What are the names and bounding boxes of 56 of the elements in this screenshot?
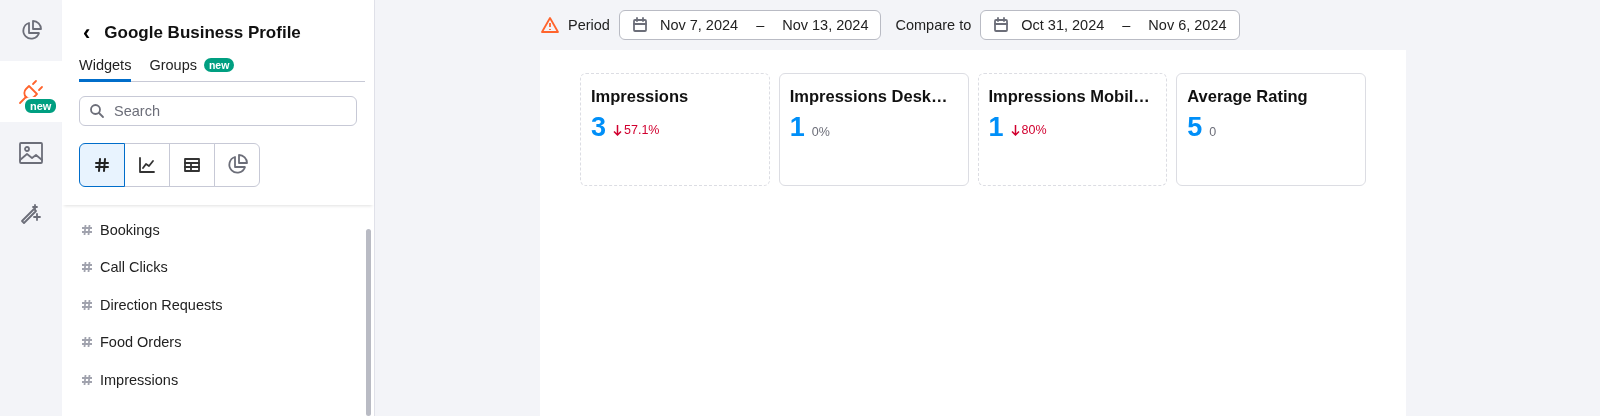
period-date-range[interactable]: Nov 7, 2024 – Nov 13, 2024 [618,10,882,40]
magic-wand-icon [19,201,43,226]
hash-icon [94,157,110,173]
calendar-icon [631,17,648,33]
widget-label: Call Clicks [100,259,168,276]
hash-icon [81,336,93,349]
widget-item[interactable]: Food Orders [62,323,374,361]
scrollbar[interactable] [366,229,371,416]
widget-item[interactable]: Direction Requests [62,286,374,324]
compare-label: Compare to [895,17,972,33]
new-badge: new [203,58,235,72]
metric-value: 1 [789,112,805,143]
plug-icon [17,77,45,106]
metric-change: 57.1% [613,123,660,137]
compare-date-range[interactable]: Oct 31, 2024 – Nov 6, 2024 [980,10,1240,40]
widget-type-button[interactable] [124,143,170,187]
pie-chart-icon [225,153,249,177]
hash-icon [81,298,93,311]
metric-value: 5 [1187,112,1203,143]
search-icon [89,103,105,119]
pie-chart-icon [19,18,43,43]
metric-change: 80% [1010,123,1047,137]
widget-item[interactable]: Call Clicks [62,248,374,286]
widget-type-button[interactable] [169,143,215,187]
new-badge: new [23,97,59,115]
tab[interactable]: Widgets [79,57,132,82]
widget-item[interactable]: Impressions [62,361,374,399]
hash-icon [81,223,93,236]
back-button[interactable]: ‹ [83,22,91,44]
widget-item[interactable]: Bookings [62,211,374,249]
metric-value: 3 [591,112,607,143]
panel-title: Google Business Profile [104,23,301,43]
table-icon [183,156,201,174]
metric-title: Impressions Desk… [789,87,949,106]
period-label: Period [568,17,610,33]
down-arrow-icon [613,124,623,136]
calendar-icon [993,17,1010,33]
widget-label: Bookings [100,221,160,238]
metric-title: Impressions Mobil… [988,87,1151,106]
hash-icon [81,373,93,386]
widget-label: Direction Requests [100,296,223,313]
warning-icon [540,16,560,34]
search-field[interactable]: Search [79,96,357,126]
metric-title: Average Rating [1187,87,1309,106]
metric-change: 0 [1209,125,1217,139]
metric-title: Impressions [591,87,690,106]
widget-label: Food Orders [100,334,182,351]
image-icon [18,140,44,165]
metric-value: 1 [988,112,1004,143]
line-chart-icon [138,156,156,174]
widget-label: Impressions [100,371,179,388]
hash-icon [81,261,93,274]
widget-type-button[interactable] [79,143,125,187]
down-arrow-icon [1010,124,1020,136]
tab[interactable]: Groups new [149,57,235,82]
metric-change: 0% [811,125,830,139]
